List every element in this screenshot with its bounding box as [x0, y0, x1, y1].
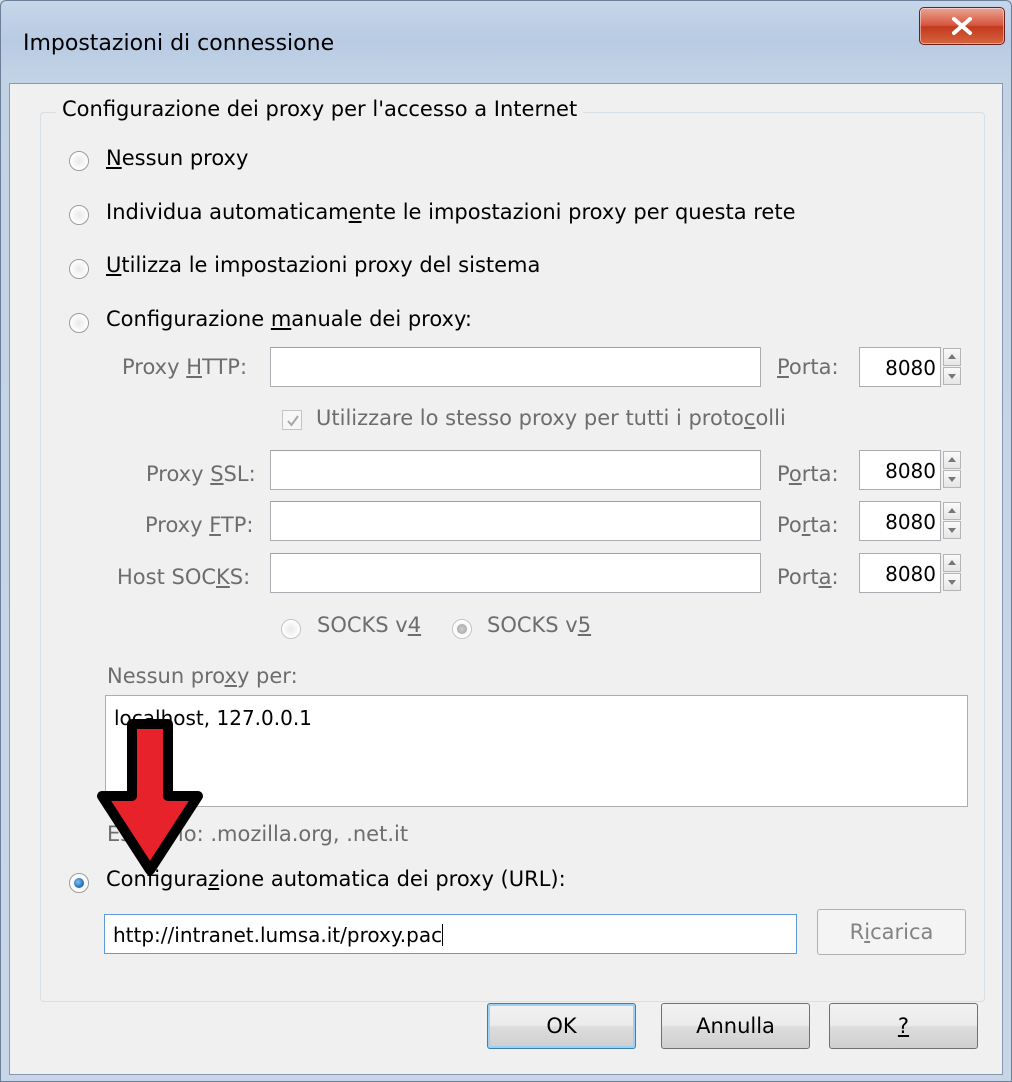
spin-up-icon[interactable]: [943, 451, 961, 469]
ok-button[interactable]: OK: [487, 1003, 636, 1049]
label-http-proxy: Proxy HTTP:: [122, 355, 248, 379]
radio-manual-proxy[interactable]: [69, 313, 89, 333]
http-port-spinner[interactable]: 8080: [859, 347, 963, 387]
label-ssl-port: Porta:: [777, 462, 839, 486]
spin-down-icon[interactable]: [943, 470, 961, 488]
reload-button[interactable]: Ricarica: [817, 909, 966, 955]
title-bar[interactable]: Impostazioni di connessione: [1, 1, 1011, 83]
spin-up-icon[interactable]: [943, 502, 961, 520]
label-socks-v4[interactable]: SOCKS v4: [317, 613, 421, 637]
label-system-proxy[interactable]: Utilizza le impostazioni proxy del siste…: [106, 253, 540, 277]
ftp-port-value[interactable]: 8080: [859, 501, 941, 541]
ftp-proxy-input[interactable]: [270, 501, 761, 541]
socks-port-spinner[interactable]: 8080: [859, 553, 963, 593]
radio-auto-proxy-url[interactable]: [69, 873, 89, 893]
label-no-proxy[interactable]: Nessun proxy: [106, 146, 248, 170]
label-auto-detect[interactable]: Individua automaticamente le impostazion…: [106, 200, 796, 224]
close-icon: [952, 17, 972, 35]
spin-down-icon[interactable]: [943, 367, 961, 385]
window-title: Impostazioni di connessione: [23, 31, 335, 56]
spin-down-icon[interactable]: [943, 521, 961, 539]
spin-down-icon[interactable]: [943, 573, 961, 591]
socks-port-value[interactable]: 8080: [859, 553, 941, 593]
label-ftp-proxy: Proxy FTP:: [145, 513, 254, 537]
auto-proxy-url-input[interactable]: http://intranet.lumsa.it/proxy.pac: [104, 914, 797, 954]
ssl-port-value[interactable]: 8080: [859, 450, 941, 490]
label-ftp-port: Porta:: [777, 513, 839, 537]
ftp-port-spinner[interactable]: 8080: [859, 501, 963, 541]
radio-socks-v4[interactable]: [281, 619, 301, 639]
label-ssl-proxy: Proxy SSL:: [146, 462, 256, 486]
label-socks-port: Porta:: [777, 565, 839, 589]
spin-up-icon[interactable]: [943, 554, 961, 572]
label-socks-v5[interactable]: SOCKS v5: [487, 613, 591, 637]
http-proxy-input[interactable]: [270, 347, 761, 387]
label-socks-host: Host SOCKS:: [117, 565, 251, 589]
ssl-port-spinner[interactable]: 8080: [859, 450, 963, 490]
no-proxy-for-textarea[interactable]: localhost, 127.0.0.1: [105, 695, 968, 807]
same-proxy-checkbox[interactable]: [282, 410, 302, 430]
socks-host-input[interactable]: [270, 553, 761, 593]
cancel-button[interactable]: Annulla: [661, 1003, 810, 1049]
label-same-proxy[interactable]: Utilizzare lo stesso proxy per tutti i p…: [316, 406, 786, 430]
text-cursor: [442, 924, 444, 946]
label-http-port: Porta:: [777, 355, 839, 379]
ssl-proxy-input[interactable]: [270, 450, 761, 490]
red-down-arrow-icon: [97, 719, 203, 875]
checkmark-icon: [287, 415, 299, 427]
radio-auto-detect[interactable]: [69, 205, 89, 225]
group-legend: Configurazione dei proxy per l'accesso a…: [56, 97, 584, 121]
radio-socks-v5[interactable]: [452, 619, 472, 639]
radio-no-proxy[interactable]: [69, 151, 89, 171]
close-button[interactable]: [919, 7, 1005, 45]
help-button[interactable]: ?: [829, 1003, 978, 1049]
spin-up-icon[interactable]: [943, 348, 961, 366]
http-port-value[interactable]: 8080: [859, 347, 941, 387]
label-manual-proxy[interactable]: Configurazione manuale dei proxy:: [106, 307, 472, 331]
radio-system-proxy[interactable]: [69, 259, 89, 279]
label-no-proxy-for: Nessun proxy per:: [107, 664, 298, 688]
